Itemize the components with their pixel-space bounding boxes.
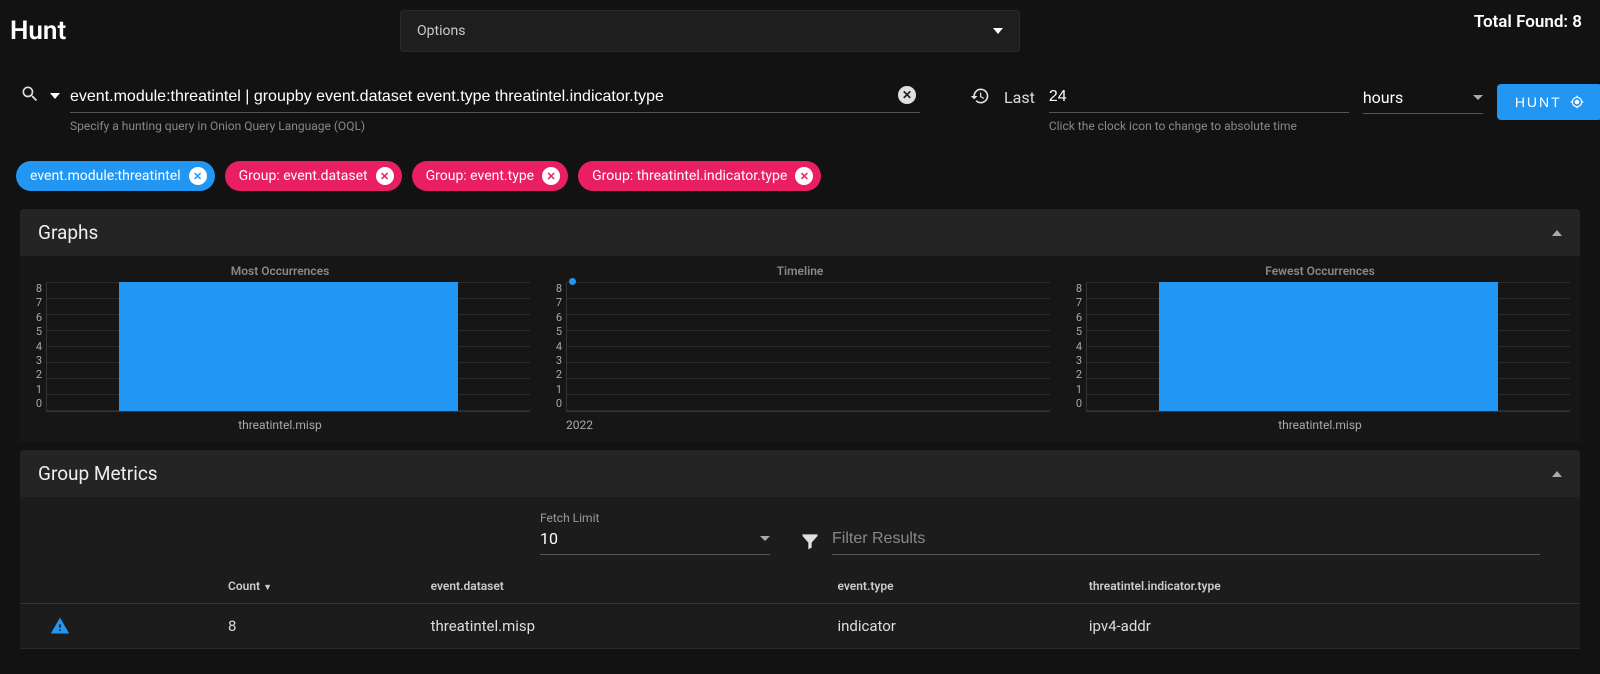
table-cell: indicator — [829, 604, 1080, 649]
time-unit-select[interactable]: hours — [1363, 84, 1483, 114]
table-cell: threatintel.misp — [423, 604, 830, 649]
chart: Fewest Occurrences876543210threatintel.m… — [1070, 264, 1570, 432]
filter-results-input[interactable] — [832, 526, 1540, 555]
fetch-limit-label: Fetch Limit — [540, 511, 770, 525]
query-chip[interactable]: Group: threatintel.indicator.type ✕ — [578, 161, 821, 191]
graphs-panel-header[interactable]: Graphs — [20, 209, 1580, 256]
sort-desc-icon: ▼ — [263, 583, 272, 593]
chip-remove-icon[interactable]: ✕ — [376, 167, 394, 185]
hunt-button-label: HUNT — [1515, 94, 1562, 110]
alert-icon[interactable] — [50, 616, 70, 636]
total-found: Total Found: 8 — [1474, 12, 1582, 32]
table-header[interactable]: event.dataset — [423, 569, 830, 604]
chip-label: event.module:threatintel — [30, 168, 181, 184]
chart-bar[interactable] — [1159, 282, 1497, 411]
time-value-input[interactable] — [1049, 84, 1349, 113]
page-title: Hunt — [10, 8, 66, 54]
history-icon[interactable] — [970, 86, 990, 106]
table-header[interactable]: threatintel.indicator.type — [1081, 569, 1580, 604]
chart-bar[interactable] — [119, 282, 457, 411]
chevron-up-icon — [1552, 471, 1562, 477]
table-header[interactable]: event.type — [829, 569, 1080, 604]
query-chip[interactable]: Group: event.type ✕ — [412, 161, 569, 191]
hunt-button[interactable]: HUNT — [1497, 84, 1600, 120]
query-helper: Specify a hunting query in Onion Query L… — [70, 119, 920, 133]
chart-title: Fewest Occurrences — [1070, 264, 1570, 278]
time-unit-value: hours — [1363, 88, 1403, 107]
fetch-limit-select[interactable]: 10 — [540, 525, 770, 555]
options-dropdown[interactable]: Options — [400, 10, 1020, 52]
chart-x-label: threatintel.misp — [1070, 418, 1570, 432]
query-chips: event.module:threatintel✕Group: event.da… — [0, 141, 1600, 201]
chevron-down-icon[interactable] — [50, 93, 60, 99]
chip-remove-icon[interactable]: ✕ — [542, 167, 560, 185]
group-metrics-table: Count▼event.datasetevent.typethreatintel… — [20, 569, 1580, 649]
chart: Most Occurrences876543210threatintel.mis… — [30, 264, 530, 432]
fetch-limit-value: 10 — [540, 529, 558, 548]
group-metrics-title: Group Metrics — [38, 462, 158, 485]
clear-query-icon[interactable]: ✕ — [898, 86, 916, 104]
chart-point[interactable] — [569, 278, 576, 285]
chip-remove-icon[interactable]: ✕ — [189, 167, 207, 185]
time-helper: Click the clock icon to change to absolu… — [1049, 119, 1349, 133]
filter-icon[interactable] — [800, 531, 820, 551]
chart-x-label: threatintel.misp — [30, 418, 530, 432]
query-chip[interactable]: event.module:threatintel ✕ — [16, 161, 215, 191]
chart-title: Timeline — [550, 264, 1050, 278]
chevron-up-icon — [1552, 230, 1562, 236]
query-input[interactable] — [70, 84, 920, 113]
search-icon[interactable] — [20, 84, 40, 104]
chart-x-label: 2022 — [550, 418, 1050, 432]
table-header[interactable]: Count▼ — [220, 569, 423, 604]
group-metrics-panel-header[interactable]: Group Metrics — [20, 450, 1580, 497]
charts-row: Most Occurrences876543210threatintel.mis… — [20, 256, 1580, 442]
chip-remove-icon[interactable]: ✕ — [795, 167, 813, 185]
chip-label: Group: event.type — [426, 168, 535, 184]
table-cell: 8 — [220, 604, 423, 649]
chip-label: Group: threatintel.indicator.type — [592, 168, 787, 184]
chevron-down-icon — [993, 28, 1003, 34]
time-mode-label: Last — [1004, 84, 1035, 107]
table-cell: ipv4-addr — [1081, 604, 1580, 649]
chevron-down-icon — [760, 536, 770, 541]
options-label: Options — [417, 23, 465, 39]
chip-label: Group: event.dataset — [239, 168, 368, 184]
query-chip[interactable]: Group: event.dataset ✕ — [225, 161, 402, 191]
chart-title: Most Occurrences — [30, 264, 530, 278]
chevron-down-icon — [1473, 95, 1483, 100]
table-row[interactable]: 8threatintel.mispindicatoripv4-addr — [20, 604, 1580, 649]
crosshair-icon — [1570, 95, 1584, 109]
graphs-title: Graphs — [38, 221, 98, 244]
chart: Timeline8765432102022 — [550, 264, 1050, 432]
